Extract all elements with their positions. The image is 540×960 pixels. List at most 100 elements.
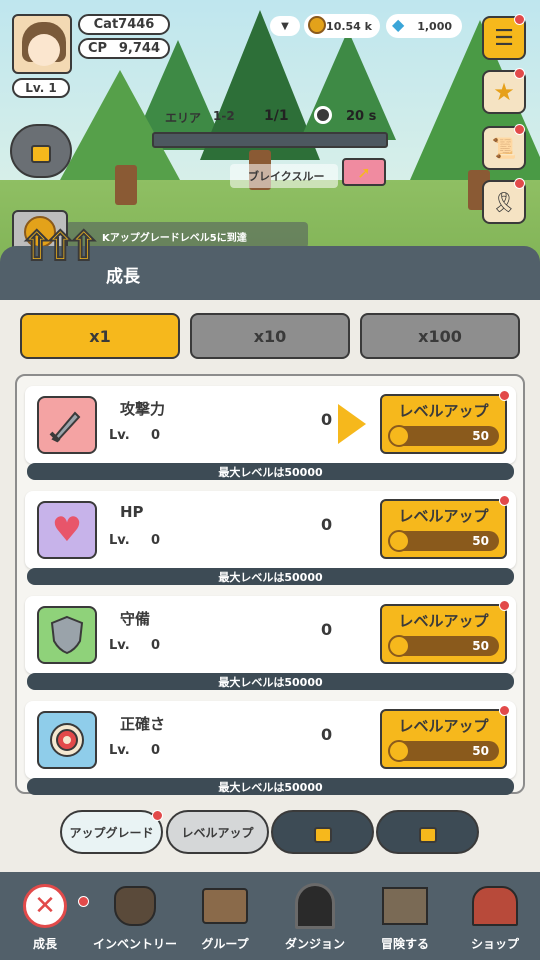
cost-value: 50	[472, 744, 489, 758]
gate-icon	[286, 881, 344, 931]
growth-arrows-icon: ⇧⇧⇧	[19, 223, 101, 271]
level-label: Lv.	[109, 638, 130, 653]
timer-value: 20 s	[346, 109, 377, 124]
stat-value: 0	[321, 725, 333, 744]
lock-icon	[31, 145, 51, 163]
nav-inventory[interactable]: インベントリー	[90, 872, 180, 960]
multiplier-label: x10	[253, 326, 287, 346]
nav-label: 成長	[32, 937, 57, 951]
scroll-icon: 📜	[491, 136, 517, 160]
level-value: 0	[151, 638, 161, 653]
level-label: Lv.	[109, 743, 130, 758]
stat-list: 攻撃力 Lv. 0 0 レベルアップ 50 最大レベルは50000 ♥ HP L…	[15, 374, 525, 797]
multiplier-x10[interactable]: x10	[190, 313, 350, 359]
max-level-bar: 最大レベルは50000	[27, 673, 514, 690]
notification-dot	[499, 495, 510, 506]
nav-label: グループ	[201, 937, 249, 951]
breakthrough-button[interactable]: ➚	[342, 158, 386, 186]
cost-value: 50	[472, 639, 489, 653]
notification-dot	[514, 124, 525, 135]
notification-dot	[499, 705, 510, 716]
chevron-down-icon: ▼	[281, 20, 289, 32]
level-label: Lv.	[109, 428, 130, 443]
nav-growth[interactable]: ✕ 成長	[0, 872, 90, 960]
paw-coin-icon	[388, 635, 410, 657]
nav-adventure[interactable]: 冒険する	[360, 872, 450, 960]
scroll-ribbon-icon: 🎗	[491, 190, 517, 214]
nav-shop[interactable]: ショップ	[450, 872, 540, 960]
stat-value: 0	[321, 410, 333, 429]
subtab-label: レベルアップ	[181, 825, 254, 840]
bottom-nav: ✕ 成長 インベントリー グループ ダンジョン 冒険する ショップ	[0, 872, 540, 960]
cost-value: 50	[472, 429, 489, 443]
heart-icon: ♥	[37, 501, 97, 559]
arrow-up-right-icon: ➚	[357, 162, 371, 182]
wave-counter: 1/1	[264, 108, 289, 124]
locked-skill-slot[interactable]	[10, 124, 72, 178]
level-up-label: レベルアップ	[398, 402, 489, 420]
stat-card-defense: 守備 Lv. 0 0 レベルアップ 50 最大レベルは50000	[25, 596, 516, 692]
nav-dungeon[interactable]: ダンジョン	[270, 872, 360, 960]
combat-power: CP 9,744	[78, 38, 170, 59]
level-up-button[interactable]: レベルアップ 50	[380, 499, 507, 559]
dropdown-toggle[interactable]: ▼	[270, 16, 300, 36]
subtab-levelup[interactable]: レベルアップ	[166, 810, 269, 854]
max-level-bar: 最大レベルは50000	[27, 463, 514, 480]
lock-icon	[313, 827, 332, 843]
stat-name: HP	[120, 503, 144, 521]
stat-card-attack: 攻撃力 Lv. 0 0 レベルアップ 50 最大レベルは50000	[25, 386, 516, 482]
sword-icon	[37, 396, 97, 454]
panel-title: 成長	[106, 267, 140, 287]
multiplier-x1[interactable]: x1	[20, 313, 180, 359]
shop-icon	[466, 881, 524, 931]
level-up-label: レベルアップ	[398, 507, 489, 525]
target-icon	[37, 711, 97, 769]
cost-value: 50	[472, 534, 489, 548]
player-name: Cat7446	[78, 14, 170, 35]
player-level: Lv. 1	[12, 78, 70, 98]
notification-dot	[78, 896, 89, 907]
level-up-button[interactable]: レベルアップ 50	[380, 709, 507, 769]
stopwatch-icon	[314, 106, 332, 124]
level-up-cost: 50	[388, 530, 499, 552]
tree-trunk	[115, 165, 137, 205]
notification-dot	[514, 68, 525, 79]
nav-label: ショップ	[470, 937, 519, 951]
avatar[interactable]	[12, 14, 72, 74]
max-level-bar: 最大レベルは50000	[27, 568, 514, 585]
max-level-bar: 最大レベルは50000	[27, 778, 514, 795]
level-up-button[interactable]: レベルアップ 50	[380, 604, 507, 664]
subtab-label: アップグレード	[69, 825, 154, 840]
area-label: エリア	[165, 111, 202, 125]
stat-name: 攻撃力	[120, 400, 166, 418]
multiplier-x100[interactable]: x100	[360, 313, 520, 359]
subtab-upgrade[interactable]: アップグレード	[60, 810, 163, 854]
stat-value: 0	[321, 515, 333, 534]
multiplier-label: x100	[418, 326, 462, 346]
level-up-button[interactable]: レベルアップ 50	[380, 394, 507, 454]
tree	[60, 70, 180, 180]
coin-icon	[308, 16, 326, 34]
stat-card-hp: ♥ HP Lv. 0 0 レベルアップ 50 最大レベルは50000	[25, 491, 516, 587]
paw-coin-icon	[388, 740, 410, 762]
map-icon	[376, 881, 434, 931]
nav-label: インベントリー	[92, 937, 177, 951]
level-up-label: レベルアップ	[398, 717, 489, 735]
notification-dot	[514, 14, 525, 25]
stat-name: 守備	[120, 610, 151, 628]
level-up-cost: 50	[388, 425, 499, 447]
level-up-cost: 50	[388, 740, 499, 762]
stat-name: 正確さ	[120, 715, 166, 733]
level-label: Lv.	[109, 533, 130, 548]
stat-card-accuracy: 正確さ Lv. 0 0 レベルアップ 50 最大レベルは50000	[25, 701, 516, 797]
level-value: 0	[151, 743, 161, 758]
nav-label: ダンジョン	[284, 937, 345, 951]
play-arrow-icon	[338, 404, 366, 444]
cp-label: CP	[88, 41, 108, 56]
gem-counter[interactable]: ◆ 1,000	[386, 14, 462, 38]
gold-counter[interactable]: 10.54 k	[304, 14, 380, 38]
nav-group[interactable]: グループ	[180, 872, 270, 960]
close-circle-icon: ✕	[16, 881, 74, 931]
subtab-locked[interactable]	[376, 810, 479, 854]
subtab-locked[interactable]	[271, 810, 374, 854]
